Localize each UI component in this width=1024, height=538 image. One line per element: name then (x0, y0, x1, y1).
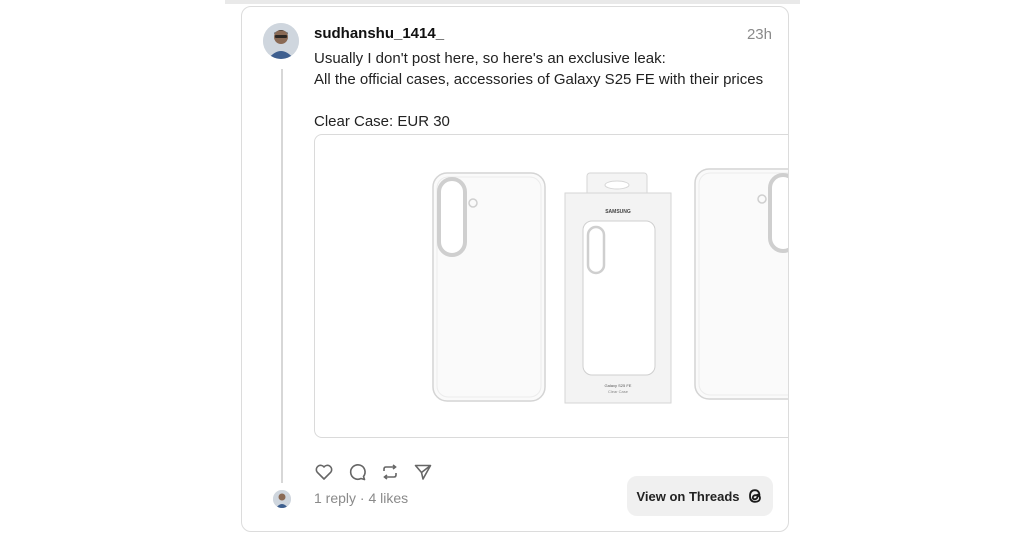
threads-logo-icon (746, 487, 764, 505)
repost-icon[interactable] (380, 462, 400, 482)
post-text-line: Clear Case: EUR 30 (314, 113, 450, 130)
box-model-text: Galaxy S25 FE (605, 383, 632, 388)
heart-icon[interactable] (314, 462, 334, 482)
view-on-threads-button[interactable]: View on Threads (627, 476, 773, 516)
reply-author-avatar (273, 490, 291, 508)
post-stats: 1 reply · 4 likes (314, 490, 408, 506)
post-actions (314, 461, 433, 483)
box-brand-text: SAMSUNG (605, 209, 631, 215)
view-on-threads-label: View on Threads (636, 488, 740, 504)
author-username[interactable]: sudhanshu_1414_ (314, 25, 444, 42)
stats-separator: · (356, 490, 369, 506)
replies-count[interactable]: 1 reply (314, 490, 356, 506)
post-timestamp: 23h (746, 26, 772, 43)
send-icon[interactable] (413, 462, 433, 482)
clear-case-front-image (694, 168, 788, 400)
top-bar (225, 0, 800, 4)
post-text-line: All the official cases, accessories of G… (314, 71, 764, 88)
threads-post-card: sudhanshu_1414_ 23h Usually I don't post… (241, 6, 789, 532)
author-avatar[interactable] (263, 23, 299, 59)
clear-case-box-image: SAMSUNG Galaxy S25 FE Clear Case (564, 172, 672, 404)
clear-case-back-image (432, 172, 546, 402)
likes-count[interactable]: 4 likes (368, 490, 408, 506)
post-image[interactable]: SAMSUNG Galaxy S25 FE Clear Case (314, 134, 788, 438)
comment-icon[interactable] (347, 462, 367, 482)
thread-connector-line (281, 69, 283, 483)
box-product-text: Clear Case (608, 389, 629, 394)
post-text-line: Usually I don't post here, so here's an … (314, 50, 666, 67)
post-text: Usually I don't post here, so here's an … (314, 48, 774, 132)
post-text-blank-line (314, 90, 774, 111)
